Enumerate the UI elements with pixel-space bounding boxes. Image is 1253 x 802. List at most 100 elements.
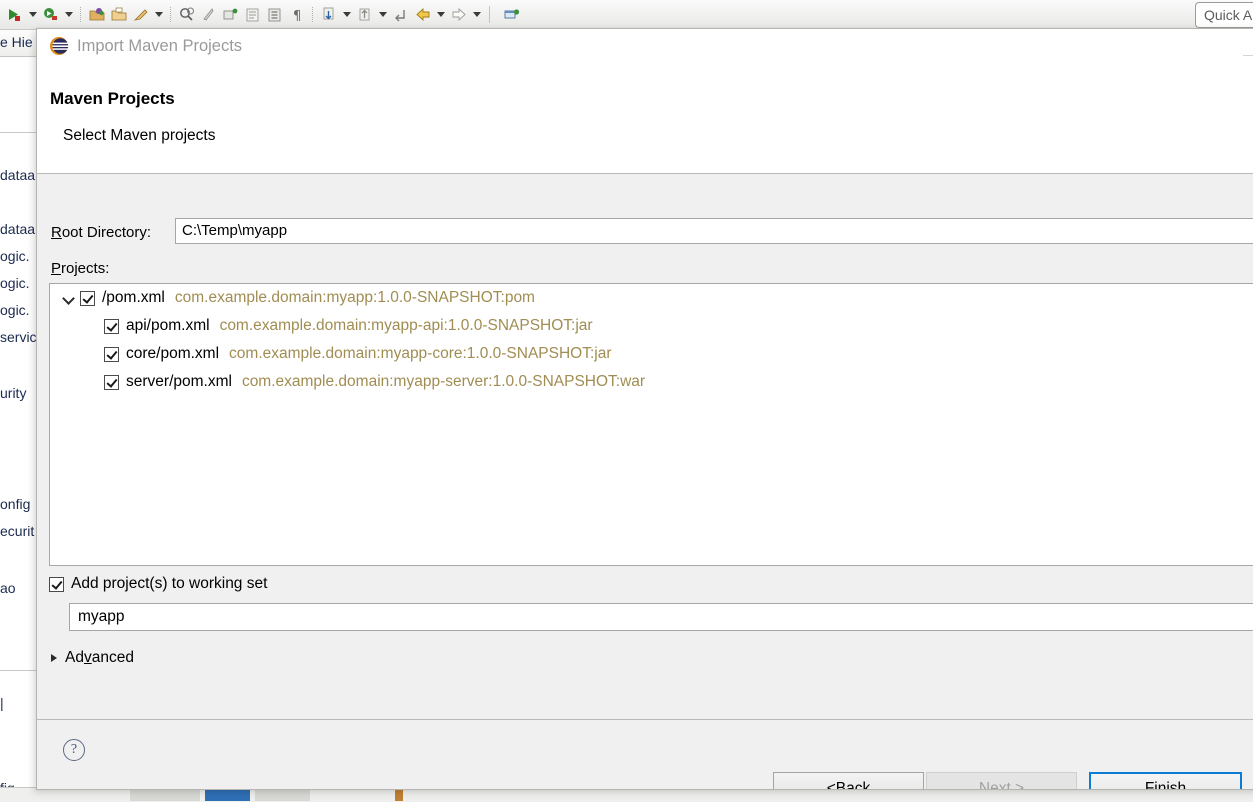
back-button-prefix: < [827,780,836,791]
package-explorer-panel[interactable]: e Hie dataa dataa ogic. ogic. ogic. servic uri… [0,30,37,802]
finish-button-mnemonic: F [1145,780,1154,791]
toolbar-separator [489,6,490,23]
explorer-tree-item[interactable]: ogic. [0,248,36,264]
pilcrow-icon[interactable]: ¶ [286,4,308,26]
import-maven-projects-dialog: Import Maven Projects Maven Projects Sel… [36,28,1253,790]
type-hierarchy-tab[interactable]: e Hie [0,30,36,57]
coverage-icon[interactable] [198,4,220,26]
tree-row-name: api/pom.xml [126,317,210,335]
previous-edit-dropdown-arrow[interactable] [376,4,390,26]
maven-icon [49,36,69,56]
explorer-tree-item[interactable]: ogic. [0,275,36,291]
progress-indicator [205,790,250,801]
next-button-mnemonic: N [979,780,990,791]
explorer-tree-item[interactable]: onfig [0,496,36,512]
help-icon[interactable]: ? [63,739,85,761]
toolbar-separator [80,7,82,22]
tree-row-coordinates: com.example.domain:myapp-core:1.0.0-SNAP… [229,345,611,363]
next-button-rest: ext > [990,780,1024,791]
page-subtitle: Select Maven projects [63,127,216,145]
main-toolbar: ¶ [0,0,1253,30]
minimize-icon[interactable] [1243,55,1253,56]
tree-row[interactable]: /pom.xmlcom.example.domain:myapp:1.0.0-S… [50,284,1253,312]
chevron-down-icon[interactable] [60,289,78,307]
toolbar-separator [312,7,314,22]
projects-mnemonic: P [51,260,61,277]
tree-row-checkbox[interactable] [104,319,119,334]
forward-dropdown-arrow[interactable] [470,4,484,26]
working-set-input[interactable]: myapp [69,603,1253,631]
next-button: Next > [926,772,1077,790]
root-directory-label: Root Directory: [51,224,151,241]
back-button-rest: ack [846,780,870,791]
advanced-section-toggle[interactable]: Advanced [49,649,134,667]
root-directory-input[interactable]: C:\Temp\myapp [175,218,1253,244]
dialog-body: Root Directory: C:\Temp\myapp Projects: … [37,175,1253,719]
previous-edit-icon[interactable] [354,4,376,26]
show-whitespace-icon[interactable] [264,4,286,26]
status-icon [395,790,403,801]
tree-row-checkbox[interactable] [104,347,119,362]
chevron-right-icon [49,652,61,664]
external-tools-icon[interactable] [130,4,152,26]
add-to-working-set-label: Add project(s) to working set [71,575,267,593]
next-annotation-icon[interactable] [318,4,340,26]
projects-label: Projects: [51,260,109,277]
forward-navigation-icon[interactable] [448,4,470,26]
debug-icon[interactable] [40,4,62,26]
panel-divider [0,670,36,671]
advanced-label-rest: anced [92,649,134,666]
explorer-tree-item[interactable]: servic [0,329,36,345]
dialog-title-bar: Import Maven Projects [37,29,1253,63]
run-icon[interactable] [4,4,26,26]
back-dropdown-arrow[interactable] [434,4,448,26]
explorer-tree-item[interactable]: urity [0,385,36,401]
explorer-tree-item[interactable]: dataa [0,221,36,237]
add-to-working-set-checkbox[interactable] [49,577,64,592]
external-tools-dropdown-arrow[interactable] [152,4,166,26]
svg-text:¶: ¶ [293,9,301,24]
explorer-tree-item[interactable]: | [0,695,36,711]
open-type-icon[interactable] [108,4,130,26]
advanced-mnemonic: v [84,649,92,666]
status-segment [130,790,200,801]
new-java-package-icon[interactable] [86,4,108,26]
back-navigation-icon[interactable] [412,4,434,26]
advanced-label: Advanced [65,649,134,667]
new-terminal-icon[interactable] [501,4,523,26]
explorer-tree-item[interactable]: ogic. [0,302,36,318]
tree-row[interactable]: core/pom.xml com.example.domain:myapp-cor… [50,340,1253,368]
debug-dropdown-arrow[interactable] [62,4,76,26]
advanced-label-prefix: Ad [65,649,84,666]
explorer-tree-item[interactable]: ao [0,580,36,596]
page-title: Maven Projects [50,89,175,109]
tree-row-coordinates: com.example.domain:myapp-server:1.0.0-SN… [242,373,645,391]
add-to-working-set-row[interactable]: Add project(s) to working set [49,575,267,593]
projects-tree[interactable]: /pom.xmlcom.example.domain:myapp:1.0.0-S… [49,283,1253,566]
back-button-mnemonic: B [836,780,846,791]
back-to-icon[interactable] [390,4,412,26]
dialog-header: Maven Projects Select Maven projects [37,63,1253,174]
projects-label-text: rojects: [61,260,109,277]
explorer-tree-item[interactable]: dataa [0,167,36,183]
quick-access-field[interactable]: Quick A [1195,2,1253,28]
run-dropdown-arrow[interactable] [26,4,40,26]
back-button[interactable]: < Back [773,772,924,790]
tree-row[interactable]: api/pom.xmlcom.example.domain:myapp-api:… [50,312,1253,340]
new-window-icon[interactable] [220,4,242,26]
tree-row-checkbox[interactable] [80,291,95,306]
tree-row-name: server/pom.xml [126,373,232,391]
tree-row[interactable]: server/pom.xml com.example.domain:myapp-s… [50,368,1253,396]
tree-row-checkbox[interactable] [104,375,119,390]
dialog-title: Import Maven Projects [77,37,242,56]
search-icon[interactable] [176,4,198,26]
explorer-tree-item[interactable]: ecurit [0,523,36,539]
tree-row-coordinates: com.example.domain:myapp:1.0.0-SNAPSHOT:… [175,289,535,307]
toggle-mark-occurrences-icon[interactable] [242,4,264,26]
next-annotation-dropdown-arrow[interactable] [340,4,354,26]
finish-button[interactable]: Finish [1089,772,1242,790]
panel-divider [0,132,36,133]
tree-row-name: core/pom.xml [126,345,219,363]
dialog-button-bar: ? < Back Next > Finish [37,720,1253,790]
status-segment [255,790,310,801]
